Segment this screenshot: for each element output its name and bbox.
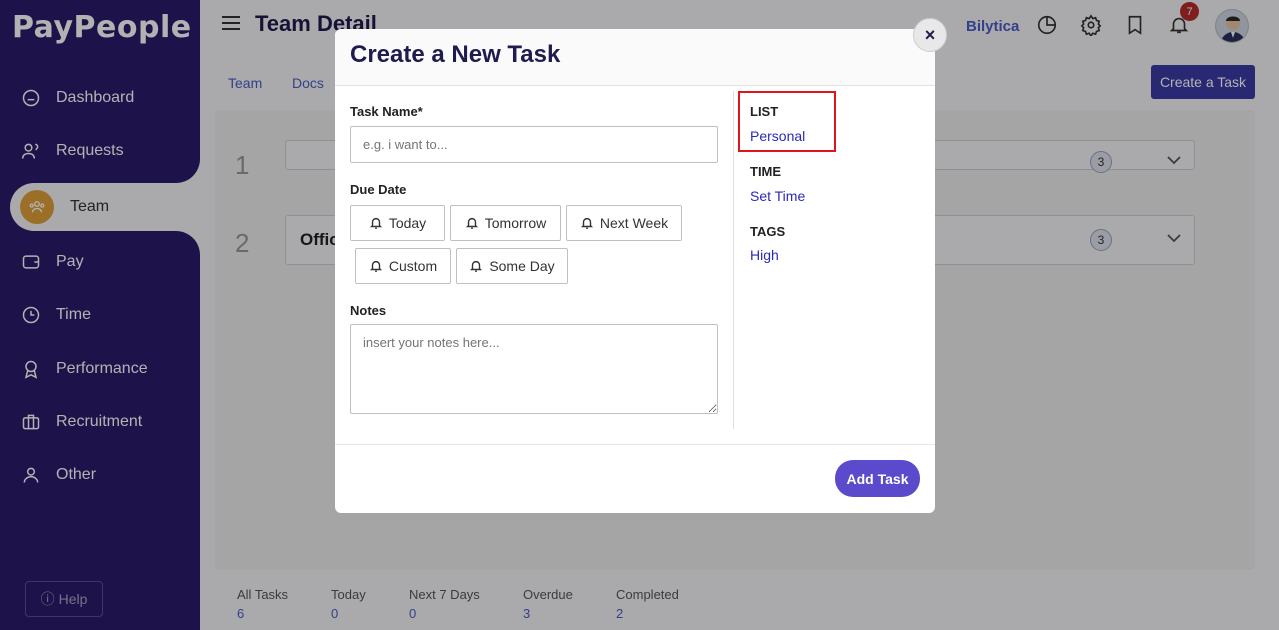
bell-icon [369,217,382,229]
modal-footer-divider [335,444,935,445]
bell-icon [465,217,478,229]
close-button[interactable]: × [913,18,947,52]
due-tomorrow-button[interactable]: Tomorrow [450,205,561,241]
tags-value-link[interactable]: High [750,247,779,263]
tags-label: TAGS [750,224,786,239]
due-some-day-button[interactable]: Some Day [456,248,568,284]
bell-icon [580,217,593,229]
time-label: TIME [750,164,782,179]
bell-icon [470,260,483,272]
due-next-week-button[interactable]: Next Week [566,205,682,241]
modal-title: Create a New Task [350,41,561,68]
notes-label: Notes [350,303,387,318]
task-name-label: Task Name* [350,104,423,119]
bell-icon [369,260,382,272]
set-time-link[interactable]: Set Time [750,188,805,204]
highlight-box [738,91,836,152]
due-today-button[interactable]: Today [350,205,445,241]
create-task-modal: Create a New Task × Task Name* Due Date … [335,18,947,513]
notes-textarea[interactable] [350,324,718,414]
modal-divider [733,91,734,429]
add-task-button[interactable]: Add Task [835,460,920,497]
due-date-label: Due Date [350,182,407,197]
task-name-input[interactable] [350,126,718,163]
due-custom-button[interactable]: Custom [355,248,451,284]
